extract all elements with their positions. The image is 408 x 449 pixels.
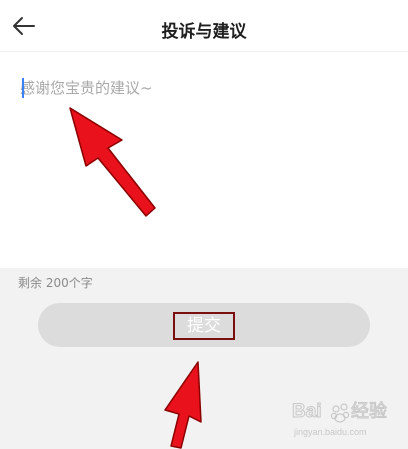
header-bar: 投诉与建议	[0, 0, 408, 52]
svg-text:Bai: Bai	[292, 401, 322, 422]
submit-button-label: 提交	[173, 312, 235, 340]
page-title: 投诉与建议	[161, 22, 247, 42]
text-caret	[22, 78, 24, 98]
remaining-char-count: 剩余 200个字	[18, 276, 93, 290]
submit-button[interactable]: 提交	[38, 303, 370, 347]
feedback-textarea[interactable]	[20, 77, 390, 257]
svg-text:jingyan.baidu.com: jingyan.baidu.com	[293, 427, 367, 437]
screen: 投诉与建议 剩余 200个字 提交 Bai 经验 jingyan.bai	[0, 0, 408, 449]
svg-text:经验: 经验	[351, 401, 387, 421]
baidu-watermark: Bai 经验 jingyan.baidu.com	[290, 395, 400, 439]
feedback-section	[0, 53, 408, 268]
